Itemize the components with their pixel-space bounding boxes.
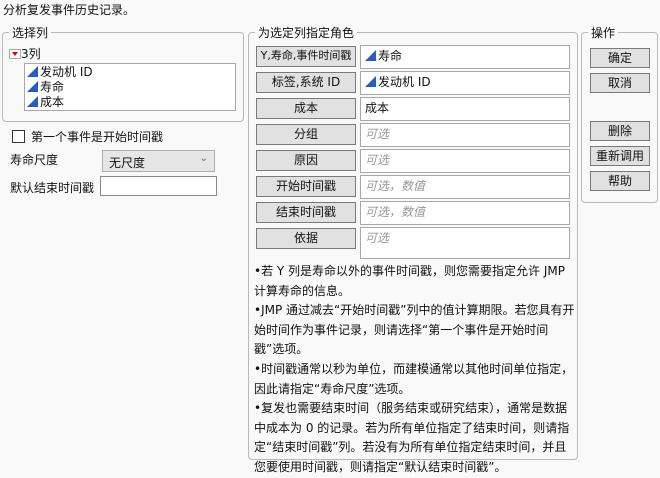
cast-roles-legend: 为选定列指定角色	[255, 24, 358, 41]
help-paragraph: •时间戳通常以秒为单位，而建模通常以其他时间单位指定，因此请指定“寿命尺度”选项…	[254, 361, 574, 396]
help-paragraph: •JMP 通过减去“开始时间戳”列中的值计算期限。若您具有开始时间作为事件记录，…	[254, 303, 575, 357]
continuous-column-icon	[27, 81, 38, 92]
role-field[interactable]: 寿命	[360, 45, 570, 69]
chevron-down-icon: ⌄	[199, 153, 208, 164]
role-button[interactable]: 分组	[256, 124, 356, 145]
column-count-label: 3列	[21, 47, 41, 61]
role-placeholder: 可选	[365, 127, 390, 141]
continuous-column-icon	[365, 50, 376, 61]
dialog-title: 分析复发事件历史记录。	[3, 3, 136, 17]
help-paragraph: •若 Y 列是寿命以外的事件时间戳，则您需要指定允许 JMP 计算寿命的信息。	[254, 264, 565, 298]
default-end-label: 默认结束时间戳	[10, 181, 95, 195]
first-event-start-option[interactable]: 第一个事件是开始时间戳	[12, 128, 163, 145]
role-field[interactable]: 可选	[360, 227, 570, 259]
continuous-column-icon	[365, 76, 376, 87]
role-field[interactable]: 可选，数值	[360, 175, 570, 199]
role-field[interactable]: 成本	[360, 97, 570, 121]
role-button[interactable]: 开始时间戳	[256, 176, 356, 197]
column-list[interactable]: 发动机 ID 寿命 成本	[24, 63, 236, 111]
role-button[interactable]: 结束时间戳	[256, 202, 356, 223]
ok-button[interactable]: 确定	[590, 48, 650, 68]
remove-button[interactable]: 删除	[590, 121, 650, 141]
role-field[interactable]: 发动机 ID	[360, 71, 570, 95]
role-placeholder: 可选	[365, 153, 390, 167]
life-scale-dropdown[interactable]: 无尺度 ⌄	[102, 150, 215, 172]
continuous-column-icon	[27, 96, 38, 107]
role-field[interactable]: 可选	[360, 149, 570, 173]
column-list-item[interactable]: 成本	[27, 95, 233, 110]
role-value: 寿命	[378, 49, 403, 63]
column-name: 成本	[40, 95, 65, 109]
column-list-item[interactable]: 发动机 ID	[27, 65, 233, 80]
select-columns-legend: 选择列	[9, 24, 52, 41]
life-scale-value: 无尺度	[109, 156, 146, 170]
help-paragraph: •复发也需要结束时间（服务结束或研究结束），通常是数据中成本为 0 的记录。若为…	[254, 401, 570, 474]
help-text: •若 Y 列是寿命以外的事件时间戳，则您需要指定允许 JMP 计算寿命的信息。 …	[254, 262, 576, 478]
role-button[interactable]: Y,寿命,事件时间戳	[256, 46, 356, 67]
cancel-button[interactable]: 取消	[590, 73, 650, 93]
recall-button[interactable]: 重新调用	[590, 146, 650, 166]
role-button[interactable]: 原因	[256, 150, 356, 171]
role-placeholder: 可选，数值	[365, 205, 426, 219]
role-value: 发动机 ID	[378, 75, 431, 89]
role-button[interactable]: 依据	[256, 228, 356, 249]
life-scale-label: 寿命尺度	[10, 153, 59, 167]
continuous-column-icon	[27, 66, 38, 77]
disclosure-triangle-icon[interactable]	[9, 48, 21, 59]
column-list-item[interactable]: 寿命	[27, 80, 233, 95]
actions-legend: 操作	[588, 24, 619, 41]
first-event-start-checkbox[interactable]	[12, 130, 25, 143]
column-name: 寿命	[40, 80, 65, 94]
role-field[interactable]: 可选	[360, 123, 570, 147]
column-count-toggle[interactable]: 3列	[9, 45, 41, 62]
column-name: 发动机 ID	[40, 65, 93, 79]
default-end-input[interactable]	[100, 176, 217, 196]
help-button[interactable]: 帮助	[590, 171, 650, 191]
role-placeholder: 可选，数值	[365, 179, 426, 193]
first-event-start-label: 第一个事件是开始时间戳	[31, 130, 164, 144]
role-value: 成本	[365, 101, 390, 115]
role-button[interactable]: 标签,系统 ID	[256, 72, 356, 93]
role-placeholder: 可选	[365, 231, 390, 245]
role-button[interactable]: 成本	[256, 98, 356, 119]
role-field[interactable]: 可选，数值	[360, 201, 570, 225]
